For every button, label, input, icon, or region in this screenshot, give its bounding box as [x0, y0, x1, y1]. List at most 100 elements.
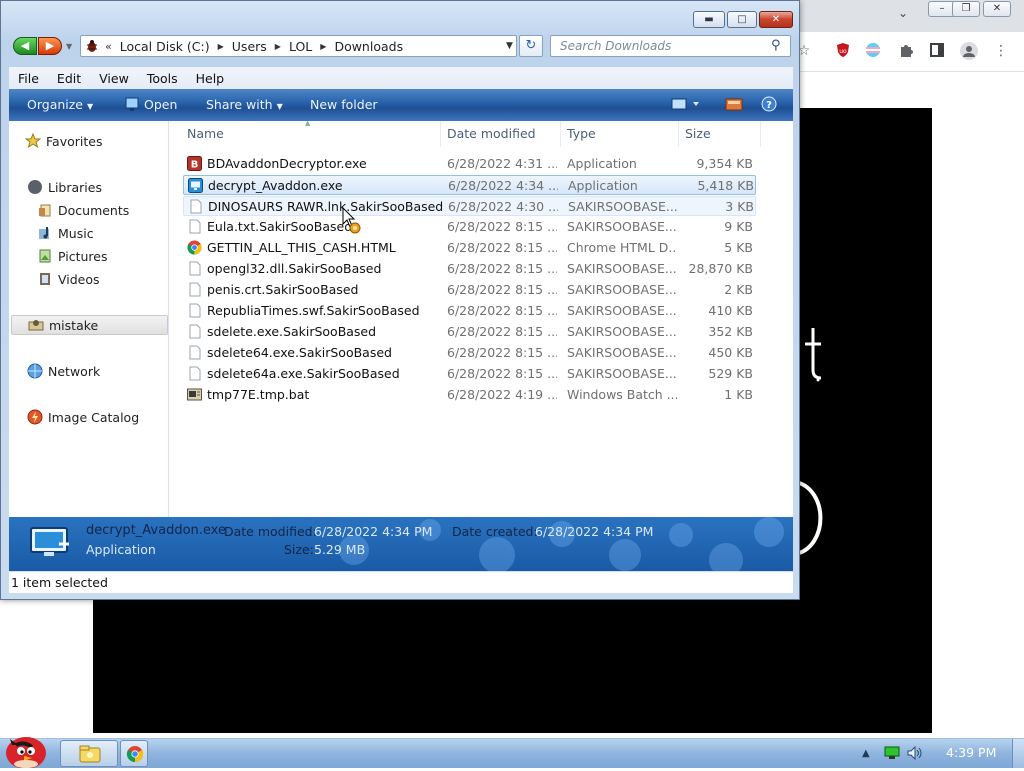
favorites-star-icon	[24, 132, 42, 149]
details-size-value: 5.29 MB	[314, 542, 366, 557]
batch-file-icon	[187, 388, 202, 401]
breadcrumb-users[interactable]: Users	[232, 39, 267, 54]
new-folder-button[interactable]: New folder	[310, 89, 378, 121]
file-name: tmp77E.tmp.bat	[207, 387, 310, 402]
file-row-selected[interactable]: decrypt_Avaddon.exe 6/28/2022 4:34 ... A…	[183, 175, 756, 195]
nav-network[interactable]: Network	[27, 361, 184, 381]
show-desktop-button[interactable]	[1012, 739, 1024, 768]
file-date: 6/28/2022 8:15 ...	[447, 261, 557, 276]
breadcrumb-separator-icon[interactable]: ▶	[320, 42, 326, 51]
file-type: SAKIRSOOBASE...	[567, 366, 677, 381]
open-button[interactable]: Open	[144, 89, 177, 121]
tab-search-chevron-icon[interactable]: ⌄	[898, 6, 908, 20]
breadcrumb-local-disk[interactable]: Local Disk (C:)	[120, 39, 210, 54]
file-row[interactable]: B BDAvaddonDecryptor.exe 6/28/2022 4:31 …	[183, 154, 756, 174]
menu-tools[interactable]: Tools	[138, 71, 187, 86]
nav-image-catalog[interactable]: Image Catalog	[27, 407, 184, 427]
decorative-bubble	[754, 517, 784, 547]
blank-file-icon	[189, 219, 201, 234]
menu-help[interactable]: Help	[187, 71, 234, 86]
file-row[interactable]: Eula.txt.SakirSooBased 6/28/2022 8:15 ..…	[183, 217, 756, 237]
browser-close-button[interactable]: ✕	[983, 1, 1011, 17]
browser-restore-button[interactable]: ❐	[952, 1, 980, 17]
close-button[interactable]: ✕	[759, 11, 793, 28]
menu-view[interactable]: View	[90, 71, 138, 86]
network-status-icon[interactable]	[884, 746, 900, 760]
column-date-modified[interactable]: Date modified	[441, 121, 561, 147]
organize-button[interactable]: Organize ▼	[27, 89, 93, 121]
search-input[interactable]: Search Downloads	[550, 35, 791, 57]
minimize-icon: ▬	[704, 14, 714, 25]
command-bar: Organize ▼ Open Share with ▼ New folder ?	[9, 89, 793, 121]
system-clock[interactable]: 4:39 PM	[946, 738, 996, 768]
breadcrumb-separator-icon[interactable]: ▶	[218, 42, 224, 51]
nav-music-label: Music	[58, 225, 94, 241]
search-icon[interactable]: ⚲	[771, 38, 781, 53]
file-date: 6/28/2022 8:15 ...	[447, 240, 557, 255]
colorful-extension-icon[interactable]	[864, 42, 882, 60]
ublock-extension-icon[interactable]: uo	[834, 42, 852, 60]
breadcrumb-downloads[interactable]: Downloads	[334, 39, 403, 54]
maximize-button[interactable]: □	[727, 11, 757, 28]
file-row[interactable]: GETTIN_ALL_THIS_CASH.HTML 6/28/2022 8:15…	[183, 238, 756, 258]
browser-menu-icon[interactable]: ⋮	[992, 42, 1010, 60]
file-type: Windows Batch ...	[567, 387, 677, 402]
file-row[interactable]: tmp77E.tmp.bat 6/28/2022 4:19 ... Window…	[183, 385, 756, 405]
file-date: 6/28/2022 4:31 ...	[447, 156, 557, 171]
file-size: 529 KB	[708, 366, 753, 381]
file-row[interactable]: opengl32.dll.SakirSooBased 6/28/2022 8:1…	[183, 259, 756, 279]
file-row[interactable]: sdelete64a.exe.SakirSooBased 6/28/2022 8…	[183, 364, 756, 384]
svg-text:?: ?	[766, 100, 772, 111]
refresh-icon: ↻	[525, 38, 537, 53]
profile-avatar-icon[interactable]	[960, 42, 978, 60]
file-type: SAKIRSOOBASE...	[567, 303, 677, 318]
file-row[interactable]: RepubliaTimes.swf.SakirSooBased 6/28/202…	[183, 301, 756, 321]
recent-pages-dropdown-icon[interactable]: ▼	[66, 42, 72, 51]
blank-file-icon	[189, 324, 201, 339]
change-view-icon[interactable]	[671, 96, 701, 112]
breadcrumb-lol[interactable]: LOL	[289, 39, 312, 54]
chrome-icon	[126, 746, 144, 763]
details-date-modified-value: 6/28/2022 4:34 PM	[314, 524, 433, 539]
address-bar[interactable]: « Local Disk (C:) ▶ Users ▶ LOL ▶ Downlo…	[80, 35, 517, 57]
show-hidden-icons-icon[interactable]: ▲	[862, 748, 870, 759]
column-type[interactable]: Type	[561, 121, 679, 147]
taskbar	[0, 738, 1024, 768]
details-date-created-label: Date created:	[452, 524, 538, 539]
nav-libraries[interactable]: Libraries	[27, 177, 184, 197]
explorer-folder-icon	[79, 745, 101, 763]
puzzle-extensions-icon[interactable]	[897, 42, 915, 60]
file-row-hovered[interactable]: DINOSAURS RAWR.lnk.SakirSooBased 6/28/20…	[183, 196, 756, 216]
side-panel-icon[interactable]	[928, 42, 946, 60]
minimize-button[interactable]: ▬	[693, 11, 725, 28]
menu-file[interactable]: File	[9, 71, 48, 86]
taskbar-chrome-button[interactable]	[120, 740, 148, 767]
nav-favorites[interactable]: Favorites	[24, 131, 182, 151]
file-row[interactable]: sdelete.exe.SakirSooBased 6/28/2022 8:15…	[183, 322, 756, 342]
column-name[interactable]: Name	[181, 121, 441, 147]
column-size[interactable]: Size	[679, 121, 761, 147]
file-row[interactable]: penis.crt.SakirSooBased 6/28/2022 8:15 .…	[183, 280, 756, 300]
back-button[interactable]: ◀	[13, 37, 37, 55]
breadcrumb-overflow-icon[interactable]: «	[105, 40, 112, 53]
nav-mistake[interactable]: mistake	[11, 315, 168, 335]
svg-text:uo: uo	[839, 48, 847, 55]
menu-edit[interactable]: Edit	[48, 71, 90, 86]
details-pane: decrypt_Avaddon.exe Application Date mod…	[9, 517, 793, 571]
preview-pane-icon[interactable]	[725, 96, 743, 112]
share-with-button[interactable]: Share with ▼	[206, 89, 283, 121]
explorer-window: ▬ □ ✕ ◀ ▶ ▼ « Local Disk (C:) ▶ Users ▶ …	[0, 0, 800, 600]
forward-button[interactable]: ▶	[38, 37, 62, 55]
file-row[interactable]: sdelete64.exe.SakirSooBased 6/28/2022 8:…	[183, 343, 756, 363]
file-size: 1 KB	[724, 387, 753, 402]
file-name: GETTIN_ALL_THIS_CASH.HTML	[207, 240, 396, 255]
taskbar-explorer-button[interactable]	[60, 740, 118, 767]
start-button-angry-bird-icon[interactable]	[2, 731, 50, 768]
file-list: ▲ Name Date modified Type Size B BDAvadd…	[169, 119, 793, 517]
volume-icon[interactable]	[907, 746, 923, 760]
refresh-button[interactable]: ↻	[519, 35, 543, 57]
user-folder-icon	[28, 317, 44, 333]
address-dropdown-icon[interactable]: ▼	[506, 41, 513, 51]
breadcrumb-separator-icon[interactable]: ▶	[275, 42, 281, 51]
help-icon[interactable]: ?	[761, 96, 777, 112]
